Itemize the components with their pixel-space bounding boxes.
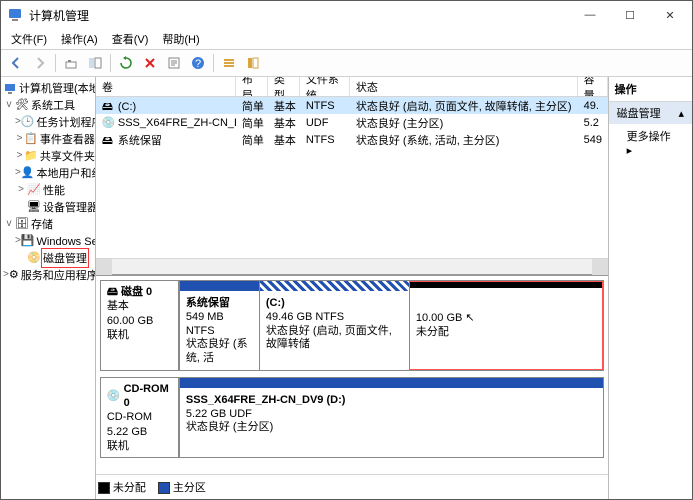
tree-root[interactable]: 计算机管理(本地) xyxy=(1,79,95,96)
volume-row[interactable]: 🖴(C:) 简单 基本 NTFS 状态良好 (启动, 页面文件, 故障转储, 主… xyxy=(96,97,608,114)
collapse-icon: ▴ xyxy=(678,107,684,120)
cdrom-row[interactable]: 💿CD-ROM 0 CD-ROM 5.22 GB 联机 SSS_X64FRE_Z… xyxy=(100,377,604,458)
delete-button[interactable] xyxy=(139,52,161,74)
close-button[interactable]: ✕ xyxy=(650,1,690,29)
col-status[interactable]: 状态 xyxy=(350,77,578,96)
help-button[interactable]: ? xyxy=(187,52,209,74)
window-title: 计算机管理 xyxy=(29,7,570,24)
disk-info: 💿CD-ROM 0 CD-ROM 5.22 GB 联机 xyxy=(101,378,179,457)
list-view-button[interactable] xyxy=(218,52,240,74)
volume-row[interactable]: 💿SSS_X64FRE_ZH-CN_DV9 (D:) 简单 基本 UDF 状态良… xyxy=(96,114,608,131)
col-layout[interactable]: 布局 xyxy=(236,77,268,96)
tree-tasksched[interactable]: >🕒任务计划程序 xyxy=(1,113,95,130)
refresh-button[interactable] xyxy=(115,52,137,74)
h-scrollbar[interactable] xyxy=(96,258,608,274)
col-fs[interactable]: 文件系统 xyxy=(300,77,350,96)
cursor-icon: ↖ xyxy=(465,312,474,324)
legend-primary: 主分区 xyxy=(158,479,206,495)
col-type[interactable]: 类型 xyxy=(268,77,300,96)
volume-row[interactable]: 🖴系统保留 简单 基本 NTFS 状态良好 (系统, 活动, 主分区) 549 xyxy=(96,131,608,148)
svg-text:?: ? xyxy=(195,58,201,70)
disk-icon: 🖴 xyxy=(107,285,118,299)
legend-unalloc: 未分配 xyxy=(98,479,146,495)
show-hide-button[interactable] xyxy=(84,52,106,74)
up-button[interactable] xyxy=(60,52,82,74)
tree-pane: 计算机管理(本地) v🛠系统工具 >🕒任务计划程序 >📋事件查看器 >📁共享文件… xyxy=(1,77,96,499)
volume-list-header: 卷 布局 类型 文件系统 状态 容量 xyxy=(96,77,608,97)
back-button[interactable] xyxy=(5,52,27,74)
tree-wsbackup[interactable]: >💾Windows Server 备份 xyxy=(1,232,95,249)
tree-services[interactable]: >⚙服务和应用程序 xyxy=(1,266,95,283)
disc-icon: 💿 xyxy=(102,116,116,130)
disk-row[interactable]: 🖴磁盘 0 基本 60.00 GB 联机 系统保留549 MB NTFS状态良好… xyxy=(100,280,604,371)
tree-storage[interactable]: v🗄存储 xyxy=(1,215,95,232)
menu-view[interactable]: 查看(V) xyxy=(106,29,155,49)
actions-pane: 操作 磁盘管理▴ 更多操作 ▸ xyxy=(609,77,692,499)
tree-diskmgmt[interactable]: 📀磁盘管理 xyxy=(1,249,95,266)
tree-shared[interactable]: >📁共享文件夹 xyxy=(1,147,95,164)
disc-icon: 💿 xyxy=(107,389,121,403)
partition-dvd[interactable]: SSS_X64FRE_ZH-CN_DV9 (D:)5.22 GB UDF状态良好… xyxy=(179,378,603,457)
tree-localusers[interactable]: >👤本地用户和组 xyxy=(1,164,95,181)
minimize-button[interactable]: — xyxy=(570,1,610,29)
detail-view-button[interactable] xyxy=(242,52,264,74)
disk-map: 🖴磁盘 0 基本 60.00 GB 联机 系统保留549 MB NTFS状态良好… xyxy=(96,274,608,474)
col-cap[interactable]: 容量 xyxy=(578,77,608,96)
volume-list: 🖴(C:) 简单 基本 NTFS 状态良好 (启动, 页面文件, 故障转储, 主… xyxy=(96,97,608,148)
center-pane: 卷 布局 类型 文件系统 状态 容量 🖴(C:) 简单 基本 NTFS 状态良好… xyxy=(96,77,609,499)
partition-sysreserved[interactable]: 系统保留549 MB NTFS状态良好 (系统, 活 xyxy=(179,281,259,370)
action-diskmgmt[interactable]: 磁盘管理▴ xyxy=(609,102,692,124)
partition-c[interactable]: (C:)49.46 GB NTFS状态良好 (启动, 页面文件, 故障转储 xyxy=(259,281,409,370)
action-more[interactable]: 更多操作 ▸ xyxy=(609,124,692,161)
disk-info: 🖴磁盘 0 基本 60.00 GB 联机 xyxy=(101,281,179,370)
partition-unallocated[interactable]: 10.00 GB ↖未分配 xyxy=(409,281,603,370)
tree-perf[interactable]: >📈性能 xyxy=(1,181,95,198)
forward-button[interactable] xyxy=(29,52,51,74)
toolbar: ? xyxy=(1,49,692,77)
actions-title: 操作 xyxy=(609,77,692,102)
menu-action[interactable]: 操作(A) xyxy=(55,29,104,49)
volume-icon: 🖴 xyxy=(102,132,116,146)
chevron-right-icon: ▸ xyxy=(627,145,633,157)
tree-eventviewer[interactable]: >📋事件查看器 xyxy=(1,130,95,147)
volume-icon: 🖴 xyxy=(102,98,116,112)
legend: 未分配 主分区 xyxy=(96,474,608,499)
maximize-button[interactable]: ☐ xyxy=(610,1,650,29)
titlebar: 计算机管理 — ☐ ✕ xyxy=(1,1,692,29)
tree-devmgr[interactable]: 🖥设备管理器 xyxy=(1,198,95,215)
properties-button[interactable] xyxy=(163,52,185,74)
col-volume[interactable]: 卷 xyxy=(96,77,236,96)
tree-systools[interactable]: v🛠系统工具 xyxy=(1,96,95,113)
menu-help[interactable]: 帮助(H) xyxy=(156,29,205,49)
menu-file[interactable]: 文件(F) xyxy=(5,29,53,49)
app-icon xyxy=(7,7,23,23)
menubar: 文件(F) 操作(A) 查看(V) 帮助(H) xyxy=(1,29,692,49)
